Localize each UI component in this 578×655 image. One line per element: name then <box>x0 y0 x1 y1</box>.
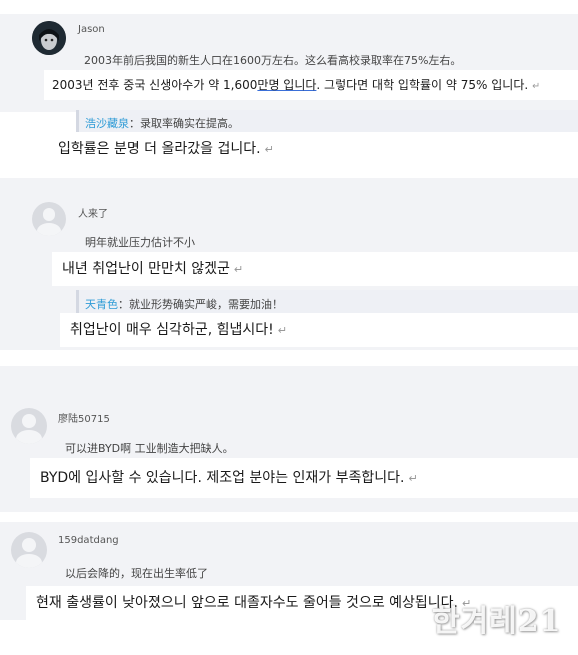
avatar[interactable] <box>32 21 66 55</box>
reply-username[interactable]: 天青色 <box>85 298 118 311</box>
translation-box: BYD에 입사할 수 있습니다. 제조업 분야는 인재가 부족합니다. ↵ <box>30 458 578 498</box>
avatar-image-icon <box>32 21 66 55</box>
comment-username[interactable]: 人来了 <box>78 205 108 220</box>
translation-box: 취업난이 매우 심각하군, 힘냅시다! ↵ <box>60 313 578 347</box>
translation-text: 내년 취업난이 만만치 않겠군 <box>62 261 230 277</box>
watermark-logo: 한겨레21 <box>432 604 562 639</box>
return-icon: ↵ <box>233 263 244 276</box>
reply-text: 天青色：就业形势确实严峻，需要加油！ <box>85 298 283 311</box>
avatar[interactable] <box>11 408 47 444</box>
return-icon: ↵ <box>532 81 541 92</box>
comment-text: 可以进BYD啊 工业制造大把缺人。 <box>65 442 234 455</box>
comment-text: 2003年前后我国的新生人口在1600万左右。这么看高校录取率在75%左右。 <box>84 54 462 67</box>
comment-username[interactable]: 159datdang <box>58 535 119 546</box>
translation-box: 2003년 전후 중국 신생아수가 약 1,600만명 입니다. 그렇다면 대학… <box>44 70 578 100</box>
avatar[interactable] <box>32 202 66 236</box>
translation-text: 2003년 전후 중국 신생아수가 약 1,600 <box>52 78 258 92</box>
return-icon: ↵ <box>264 143 274 156</box>
return-icon: ↵ <box>277 324 288 337</box>
comment-text: 明年就业压力估计不小 <box>85 236 195 249</box>
translation-box: 입학률은 분명 더 올라갔을 겁니다. ↵ <box>50 132 578 166</box>
translation-text-end: . 그렇다면 대학 입학률이 약 75% 입니다. <box>316 78 529 92</box>
translation-text: BYD에 입사할 수 있습니다. 제조업 분야는 인재가 부족합니다. <box>40 470 405 486</box>
translation-text: 현재 출생률이 낮아졌으니 앞으로 대졸자수도 줄어들 것으로 예상됩니다. <box>36 595 458 611</box>
comment-username[interactable]: Jason <box>78 24 105 35</box>
return-icon: ↵ <box>408 472 418 485</box>
comment-text: 以后会降的，现在出生率低了 <box>65 567 208 580</box>
translation-box: 내년 취업난이 만만치 않겠군 ↵ <box>52 252 578 286</box>
translation-underlined-text: 만명 입니다 <box>257 78 317 92</box>
avatar[interactable] <box>11 532 47 568</box>
reply-username[interactable]: 浩沙藏泉 <box>85 117 129 130</box>
translation-text: 입학률은 분명 더 올라갔을 겁니다. <box>58 141 261 157</box>
translation-text: 취업난이 매우 심각하군, 힘냅시다! <box>70 322 274 338</box>
reply-text: 浩沙藏泉：录取率确实在提高。 <box>85 117 239 130</box>
comment-username[interactable]: 廖陆50715 <box>58 410 110 425</box>
